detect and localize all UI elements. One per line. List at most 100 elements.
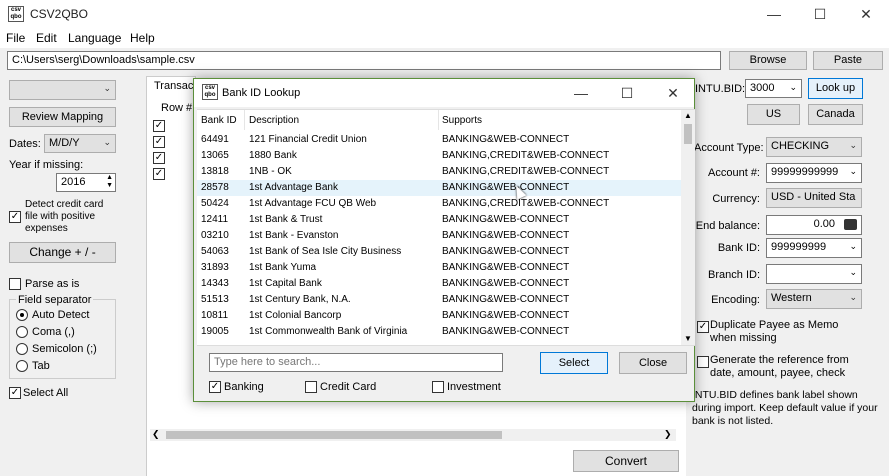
dialog-maximize-icon[interactable]: ☐	[604, 79, 650, 107]
bank-id-cell: 10811	[201, 310, 229, 321]
menu-file[interactable]: File	[6, 31, 25, 45]
account-number-select[interactable]: 99999999999 ⌄	[766, 163, 862, 183]
canada-button[interactable]: Canada	[808, 104, 863, 125]
radio-auto-detect-label: Auto Detect	[32, 309, 90, 321]
radio-coma[interactable]	[16, 326, 28, 338]
list-item[interactable]: 13065 1880 Bank BANKING,CREDIT&WEB-CONNECT	[197, 148, 681, 164]
minimize-icon[interactable]: —	[751, 0, 797, 28]
duplicate-payee-checkbox[interactable]: ✓	[697, 321, 709, 333]
column-header-supports[interactable]: Supports	[442, 115, 482, 126]
column-header-bank-id[interactable]: Bank ID	[201, 115, 237, 126]
vertical-scrollbar[interactable]: ▲ ▼	[681, 110, 695, 346]
scroll-up-icon[interactable]: ▲	[684, 111, 692, 120]
browse-button[interactable]: Browse	[729, 51, 807, 70]
file-path-input[interactable]: C:\Users\serg\Downloads\sample.csv	[7, 51, 721, 70]
bank-id-cell: 14343	[201, 278, 229, 289]
bank-id-select[interactable]: 999999999 ⌄	[766, 238, 862, 258]
list-item[interactable]: 13818 1NB - OK BANKING,CREDIT&WEB-CONNECT	[197, 164, 681, 180]
intu-bid-label: INTU.BID:	[695, 83, 746, 95]
generate-reference-checkbox[interactable]	[697, 356, 709, 368]
spinner-icon[interactable]: ▲ ▼	[106, 174, 113, 190]
change-sign-button[interactable]: Change + / -	[9, 242, 116, 263]
list-item[interactable]: 64491 121 Financial Credit Union BANKING&W…	[197, 132, 681, 148]
mapping-select[interactable]: ⌄	[9, 80, 116, 100]
radio-auto-detect[interactable]	[16, 309, 28, 321]
year-label: Year if missing:	[9, 159, 84, 171]
supports-cell: BANKING&WEB-CONNECT	[442, 294, 570, 305]
select-all-checkbox[interactable]: ✓	[9, 387, 21, 399]
branch-id-label: Branch ID:	[708, 269, 760, 281]
filter-investment-checkbox[interactable]	[432, 381, 444, 393]
intu-bid-select[interactable]: 3000 ⌄	[745, 79, 802, 98]
paste-button[interactable]: Paste	[813, 51, 883, 70]
list-item[interactable]: 14343 1st Capital Bank BANKING&WEB-CONNECT	[197, 276, 681, 292]
list-item[interactable]: 31893 1st Bank Yuma BANKING&WEB-CONNECT	[197, 260, 681, 276]
scroll-left-icon[interactable]: ❮	[152, 429, 160, 440]
maximize-icon[interactable]: ☐	[797, 0, 843, 28]
review-mapping-button[interactable]: Review Mapping	[9, 107, 116, 127]
list-item[interactable]: 03210 1st Bank - Evanston BANKING&WEB-CONN…	[197, 228, 681, 244]
detect-credit-label: Detect credit card file with positive ex…	[25, 199, 104, 234]
radio-semicolon[interactable]	[16, 343, 28, 355]
row-checkbox[interactable]: ✓	[153, 120, 165, 132]
dialog-minimize-icon[interactable]: —	[558, 79, 604, 107]
select-button[interactable]: Select	[540, 352, 608, 374]
menu-help[interactable]: Help	[130, 31, 155, 45]
list-item[interactable]: 50424 1st Advantage FCU QB Web BANKING,CRE…	[197, 196, 681, 212]
description-cell: 1st Bank Yuma	[249, 262, 317, 273]
radio-tab-label: Tab	[32, 360, 50, 372]
account-type-select[interactable]: CHECKING ⌄	[766, 137, 862, 157]
supports-cell: BANKING&WEB-CONNECT	[442, 326, 570, 337]
select-all-label: Select All	[23, 387, 69, 399]
dialog-title: Bank ID Lookup	[222, 87, 301, 99]
horizontal-scrollbar[interactable]: ❮ ❯	[150, 429, 676, 441]
dates-label: Dates:	[9, 138, 41, 150]
filter-banking-checkbox[interactable]: ✓	[209, 381, 221, 393]
lookup-button[interactable]: Look up	[808, 78, 863, 99]
us-button[interactable]: US	[747, 104, 800, 125]
dialog-close-icon[interactable]: ✕	[650, 79, 696, 107]
row-checkbox[interactable]: ✓	[153, 136, 165, 148]
tab-transactions[interactable]: Transact	[146, 76, 196, 95]
filter-credit-card-checkbox[interactable]	[305, 381, 317, 393]
convert-button[interactable]: Convert	[573, 450, 679, 472]
list-item[interactable]: 54063 1st Bank of Sea Isle City Business B…	[197, 244, 681, 260]
scroll-thumb[interactable]	[684, 124, 692, 144]
row-checkbox[interactable]: ✓	[153, 152, 165, 164]
list-item[interactable]: 51513 1st Century Bank, N.A. BANKING&WEB-C…	[197, 292, 681, 308]
scroll-down-icon[interactable]: ▼	[684, 334, 692, 343]
list-item[interactable]: 19005 1st Commonwealth Bank of Virginia BA…	[197, 324, 681, 340]
bank-id-cell: 19005	[201, 326, 229, 337]
end-balance-input[interactable]: 0.00	[766, 215, 862, 235]
scroll-right-icon[interactable]: ❯	[664, 429, 672, 440]
menu-language[interactable]: Language	[68, 31, 121, 45]
scroll-thumb[interactable]	[166, 431, 502, 439]
branch-id-select[interactable]: ⌄	[766, 264, 862, 284]
bank-list: Bank ID Description Supports 64491 121 Fi…	[197, 109, 695, 346]
list-item[interactable]: 12411 1st Bank & Trust BANKING&WEB-CONNECT	[197, 212, 681, 228]
encoding-select[interactable]: Western ⌄	[766, 289, 862, 309]
detect-credit-checkbox[interactable]: ✓	[9, 211, 21, 223]
year-stepper[interactable]: 2016 ▲ ▼	[56, 173, 116, 192]
chevron-down-icon: ⌄	[849, 267, 857, 277]
radio-tab[interactable]	[16, 360, 28, 372]
supports-cell: BANKING,CREDIT&WEB-CONNECT	[442, 166, 610, 177]
menu-edit[interactable]: Edit	[36, 31, 57, 45]
intu-bid-info: INTU.BID defines bank label shown during…	[692, 389, 878, 427]
close-icon[interactable]: ✕	[843, 0, 889, 28]
close-button[interactable]: Close	[619, 352, 687, 374]
bank-search-input[interactable]: Type here to search...	[209, 353, 503, 372]
dates-select[interactable]: M/D/Y ⌄	[44, 134, 116, 153]
field-separator-label: Field separator	[16, 294, 94, 306]
chevron-down-icon: ⌄	[103, 83, 111, 93]
list-item[interactable]: 10811 1st Colonial Bancorp BANKING&WEB-CON…	[197, 308, 681, 324]
column-header-description[interactable]: Description	[249, 115, 299, 126]
list-item[interactable]: 28578 1st Advantage Bank BANKING&WEB-CONNE…	[197, 180, 681, 196]
currency-select[interactable]: USD - United Sta	[766, 188, 862, 208]
bank-id-cell: 50424	[201, 198, 229, 209]
chevron-down-icon: ⌄	[849, 166, 857, 176]
calculator-icon[interactable]	[844, 219, 857, 230]
chevron-down-icon: ⌄	[789, 82, 797, 92]
parse-as-is-checkbox[interactable]	[9, 278, 21, 290]
row-checkbox[interactable]: ✓	[153, 168, 165, 180]
